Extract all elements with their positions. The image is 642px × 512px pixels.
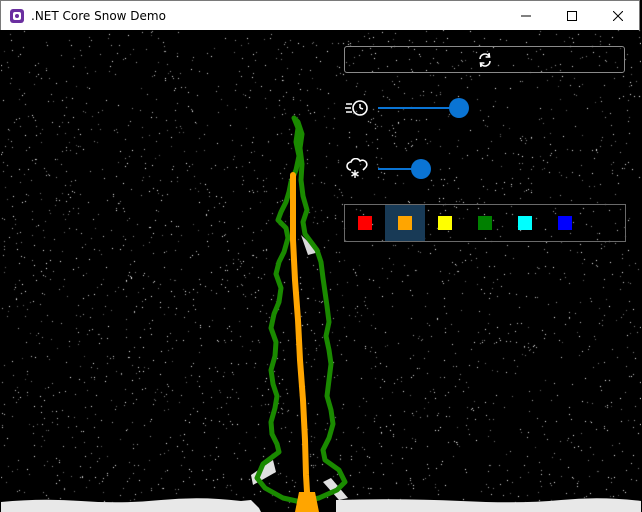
app-icon [10, 9, 24, 23]
refresh-icon [478, 52, 491, 67]
speed-slider-track[interactable] [378, 107, 459, 109]
speed-slider-row [345, 95, 475, 123]
minimize-button[interactable] [503, 1, 549, 31]
color-swatch-fill [558, 216, 572, 230]
color-swatch-yellow[interactable] [425, 205, 465, 241]
tree-outline [254, 115, 348, 505]
snow-ground [1, 498, 641, 512]
speed-slider-thumb[interactable] [449, 98, 469, 118]
maximize-button[interactable] [549, 1, 595, 31]
color-swatch-fill [398, 216, 412, 230]
refresh-button[interactable] [344, 46, 625, 73]
close-icon [613, 11, 623, 21]
app-window: .NET Core Snow Demo [0, 0, 642, 512]
drawing-layer [1, 115, 641, 512]
speed-icon [345, 100, 368, 116]
minimize-icon [521, 15, 531, 17]
color-swatch-green[interactable] [465, 205, 505, 241]
title-bar[interactable]: .NET Core Snow Demo [0, 0, 640, 30]
tree-trunk-base [295, 492, 319, 512]
color-palette [344, 204, 626, 242]
color-swatch-blue[interactable] [545, 205, 585, 241]
snow-slider-row [345, 156, 475, 184]
maximize-icon [567, 11, 577, 21]
color-swatch-fill [478, 216, 492, 230]
color-swatch-fill [358, 216, 372, 230]
color-swatch-red[interactable] [345, 205, 385, 241]
snow-cloud-icon [346, 158, 368, 178]
color-swatch-fill [518, 216, 532, 230]
close-button[interactable] [595, 1, 641, 31]
color-swatch-fill [438, 216, 452, 230]
snow-slider-thumb[interactable] [411, 159, 431, 179]
color-swatch-cyan[interactable] [505, 205, 545, 241]
snow-canvas[interactable] [1, 30, 641, 512]
window-title: .NET Core Snow Demo [31, 9, 166, 23]
color-swatch-orange[interactable] [385, 205, 425, 241]
